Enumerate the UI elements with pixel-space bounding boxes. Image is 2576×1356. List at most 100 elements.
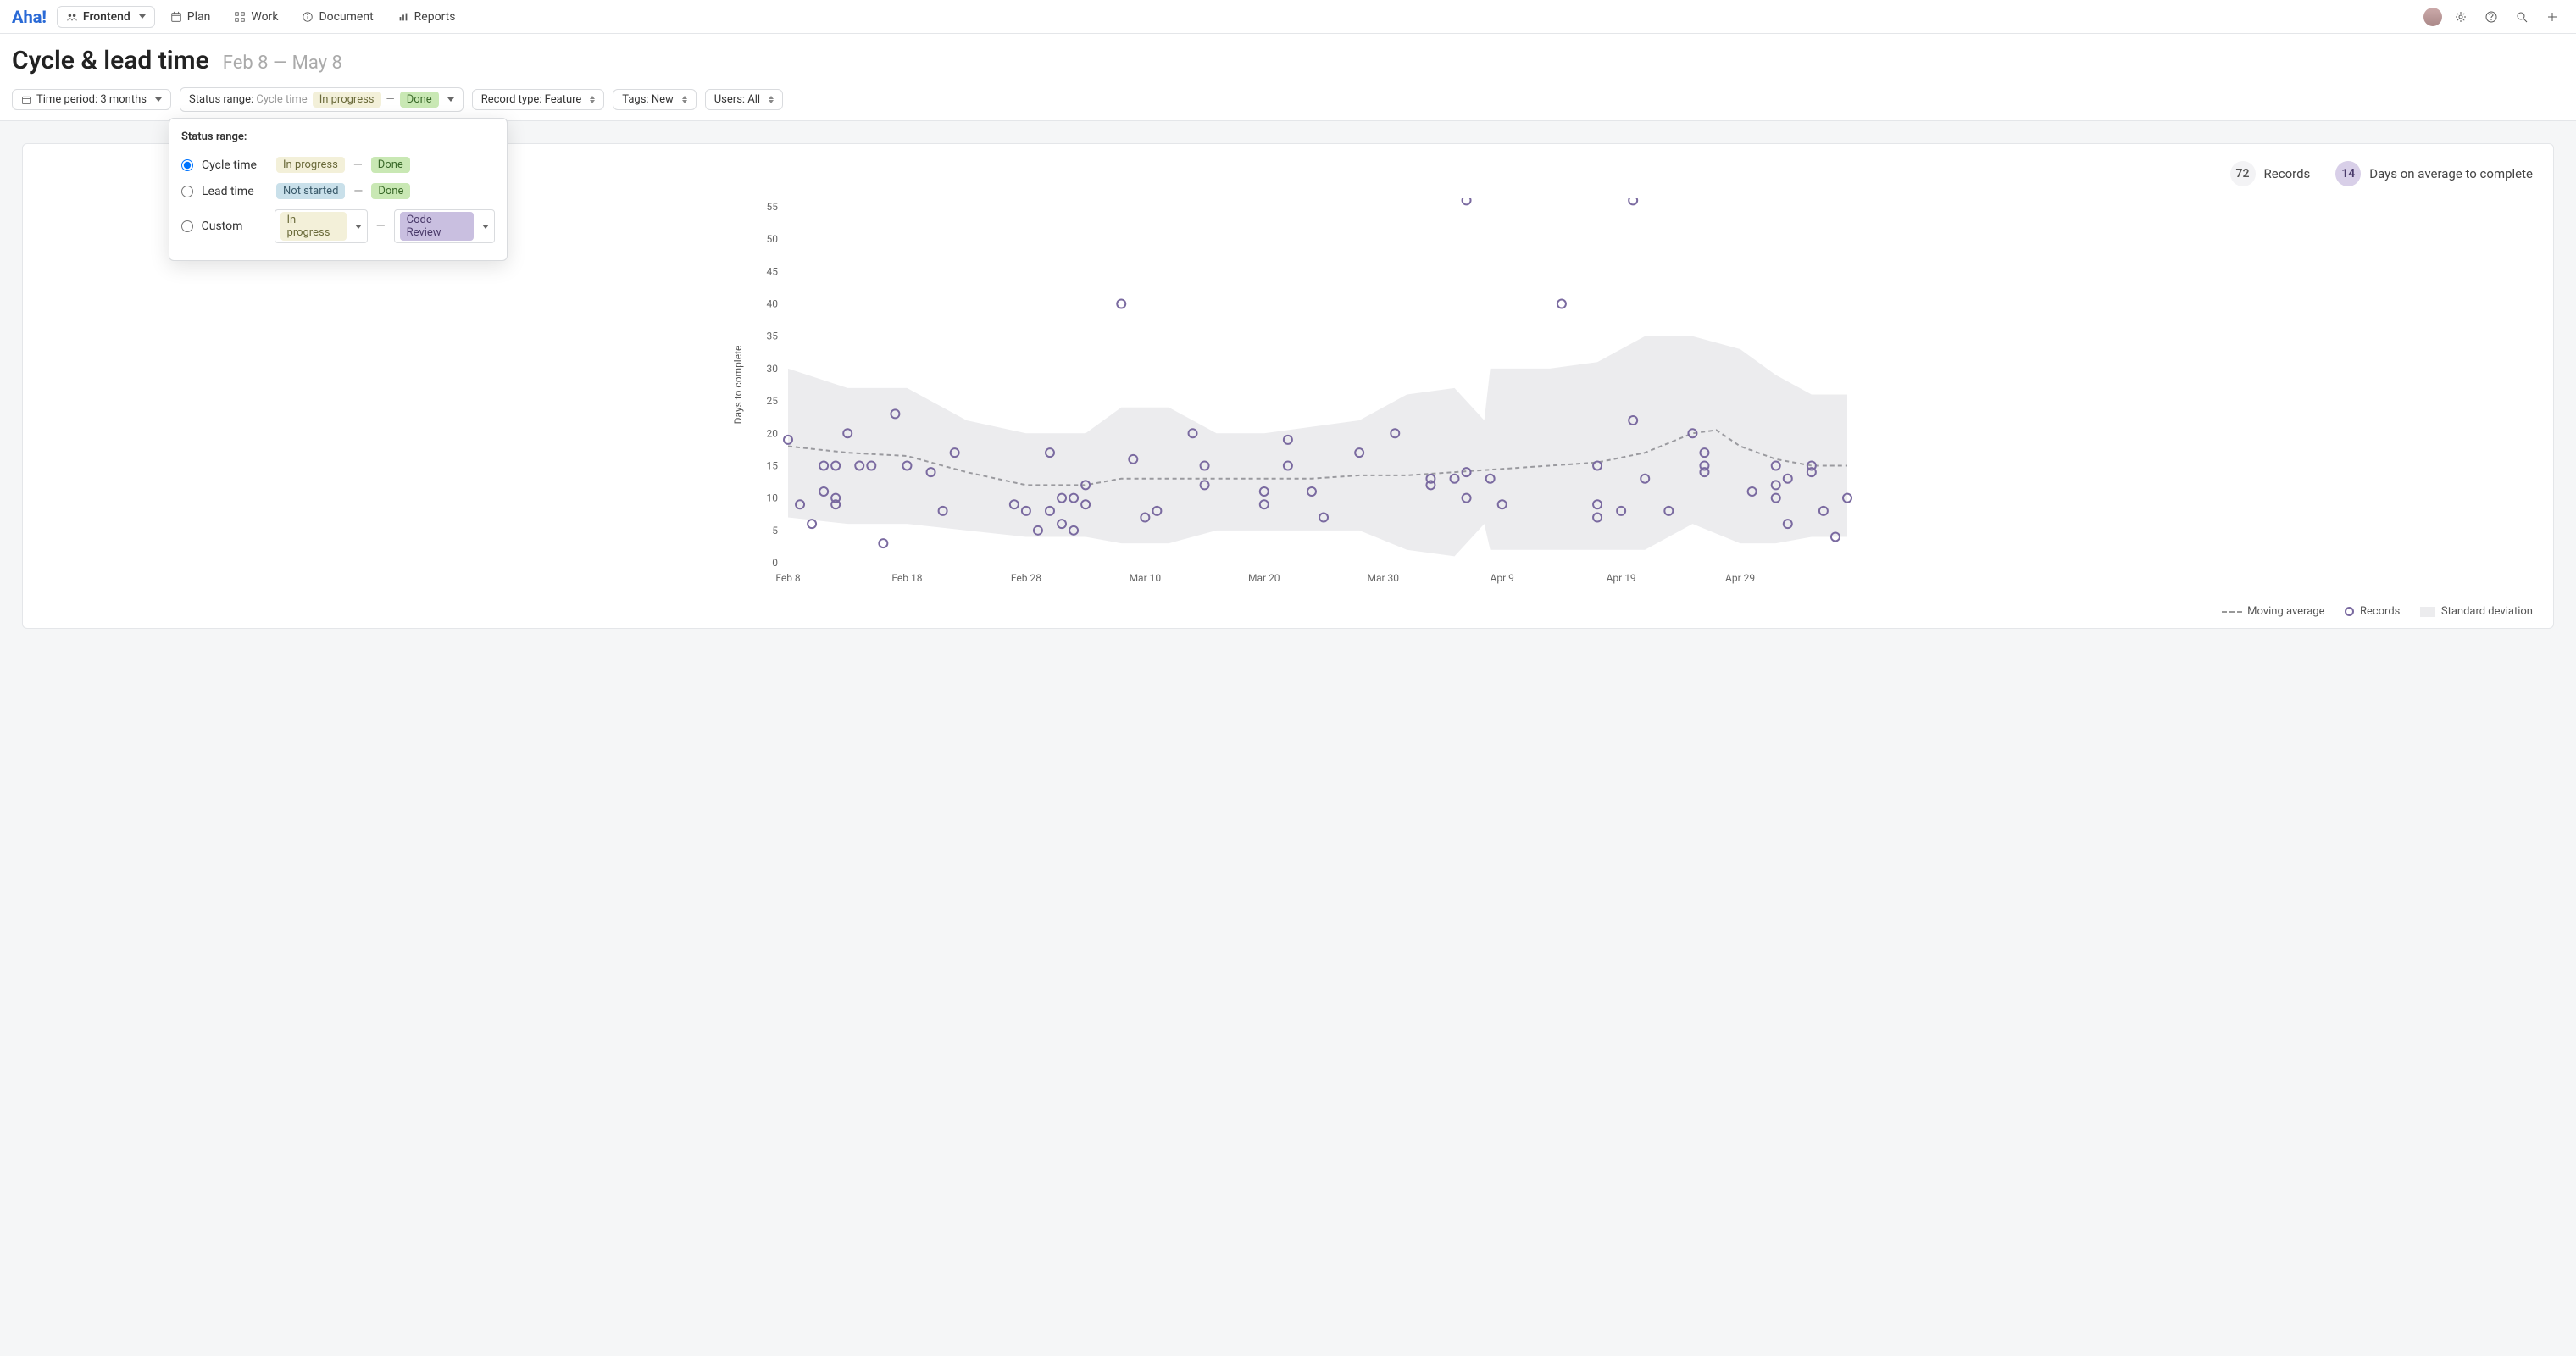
record-dot[interactable] [1557, 300, 1566, 308]
status-pill-from: In progress [313, 92, 381, 108]
chevron-down-icon [479, 220, 489, 233]
record-dot[interactable] [1117, 300, 1125, 308]
record-dot[interactable] [808, 520, 816, 528]
svg-text:5: 5 [772, 525, 778, 536]
page-title: Cycle & lead time [12, 46, 209, 75]
nav-work[interactable]: Work [225, 7, 286, 27]
settings-button[interactable] [2449, 5, 2473, 29]
filter-record-type[interactable]: Record type: Feature [472, 89, 605, 110]
search-button[interactable] [2510, 5, 2534, 29]
svg-text:Apr 19: Apr 19 [1607, 572, 1636, 584]
svg-text:Mar 20: Mar 20 [1248, 572, 1280, 584]
status-pill-to: Done [371, 183, 410, 199]
days-avg-badge: 14 [2335, 161, 2361, 186]
legend-records: Records [2345, 605, 2400, 618]
svg-text:15: 15 [767, 459, 779, 471]
nav-reports[interactable]: Reports [389, 7, 464, 27]
status-select[interactable]: In progress [275, 209, 368, 243]
nav-plan[interactable]: Plan [162, 7, 219, 27]
record-dot[interactable] [879, 539, 887, 547]
grid-icon [234, 11, 246, 23]
legend: Moving average Records Standard deviatio… [43, 597, 2533, 618]
status-pill-to: Done [400, 92, 439, 108]
circle-icon [2345, 607, 2354, 616]
nav-label: Document [319, 10, 373, 24]
team-icon [66, 11, 78, 23]
status-pill-from: In progress [276, 157, 345, 173]
date-range: Feb 8 — May 8 [223, 53, 342, 74]
option-label: Custom [202, 220, 266, 233]
avatar[interactable] [2423, 8, 2442, 26]
status-select[interactable]: Code Review [394, 209, 495, 243]
dash: — [353, 158, 363, 172]
filter-status-range[interactable]: Status range: Cycle time In progress — D… [180, 87, 464, 112]
status-pill-to: Done [371, 157, 410, 173]
dash: — [376, 220, 386, 233]
legend-stddev: Standard deviation [2420, 605, 2533, 618]
svg-text:30: 30 [767, 363, 779, 375]
dash: — [353, 185, 363, 198]
svg-text:45: 45 [767, 265, 779, 277]
days-label: Days on average to complete [2369, 166, 2533, 181]
record-dot[interactable] [1629, 198, 1637, 204]
nav-label: Reports [414, 10, 456, 24]
option-label: Lead time [202, 185, 268, 198]
record-dot[interactable] [1463, 198, 1471, 204]
caret-icon [136, 10, 146, 24]
chip-label: Tags: New [622, 93, 673, 106]
filter-tags[interactable]: Tags: New [613, 89, 696, 110]
nav-document[interactable]: Document [293, 7, 381, 27]
dash: — [386, 93, 395, 106]
svg-text:0: 0 [772, 557, 778, 569]
svg-text:40: 40 [767, 298, 779, 310]
option-label: Cycle time [202, 158, 268, 172]
rect-icon [2420, 607, 2435, 617]
radio-cycle[interactable] [181, 159, 193, 171]
chip-label: Status range: Cycle time [189, 93, 308, 106]
nav-label: Work [251, 10, 278, 24]
svg-text:55: 55 [767, 201, 779, 213]
svg-text:Mar 30: Mar 30 [1367, 572, 1399, 584]
calendar-icon [170, 11, 182, 23]
plus-icon [2545, 10, 2559, 24]
updown-icon [590, 96, 595, 103]
help-icon [2484, 10, 2498, 24]
chip-label: Time period: 3 months [36, 93, 147, 106]
workspace-select[interactable]: Frontend [57, 6, 155, 28]
svg-text:25: 25 [767, 395, 779, 407]
svg-text:Apr 9: Apr 9 [1491, 572, 1514, 584]
dashed-line-icon [2222, 611, 2242, 613]
radio-custom[interactable] [181, 220, 193, 232]
svg-text:Feb 18: Feb 18 [891, 572, 922, 584]
svg-text:Mar 10: Mar 10 [1130, 572, 1162, 584]
stddev-band [788, 336, 1847, 557]
radio-lead[interactable] [181, 186, 193, 197]
status-range-dropdown: Status range: Cycle time In progress — Done… [169, 118, 508, 261]
svg-text:50: 50 [767, 233, 779, 245]
search-icon [2515, 10, 2529, 24]
records-label: Records [2264, 166, 2311, 181]
svg-text:20: 20 [767, 427, 779, 439]
nav-label: Plan [187, 10, 211, 24]
bar-icon [397, 11, 409, 23]
updown-icon [769, 96, 774, 103]
chip-label: Users: All [714, 93, 760, 106]
filter-users[interactable]: Users: All [705, 89, 783, 110]
svg-text:Apr 29: Apr 29 [1725, 572, 1755, 584]
dropdown-option-lead[interactable]: Lead time Not started — Done [181, 178, 495, 204]
status-pill-from: Not started [276, 183, 345, 199]
dropdown-title: Status range: [181, 131, 495, 143]
dropdown-option-cycle[interactable]: Cycle time In progress — Done [181, 152, 495, 178]
dropdown-option-custom[interactable]: Custom In progress — Code Review [181, 204, 495, 248]
help-button[interactable] [2479, 5, 2503, 29]
caret-icon [152, 93, 162, 106]
gear-icon [2454, 10, 2468, 24]
workspace-name: Frontend [83, 10, 130, 24]
svg-text:Feb 28: Feb 28 [1011, 572, 1041, 584]
svg-text:Days to complete: Days to complete [732, 346, 744, 425]
add-button[interactable] [2540, 5, 2564, 29]
status-pill-from: In progress [280, 212, 347, 241]
filter-time-period[interactable]: Time period: 3 months [12, 89, 171, 110]
svg-text:35: 35 [767, 331, 779, 342]
records-count-badge: 72 [2230, 161, 2256, 186]
